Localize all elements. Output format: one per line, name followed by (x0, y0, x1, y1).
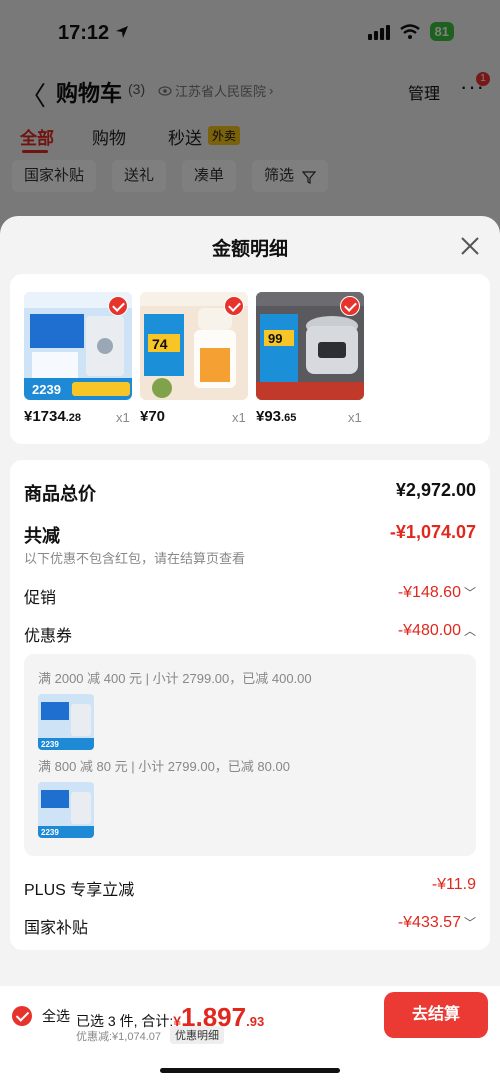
product-price: ¥70 (140, 408, 166, 425)
discount-summary: 优惠减:¥1,074.07 (76, 1031, 161, 1043)
product-image: 99 (256, 292, 364, 400)
product-item[interactable]: 2239 ¥1734.28 x1 (24, 292, 132, 425)
subsidy-label: 国家补贴 (24, 920, 89, 937)
product-price: ¥93.65 (256, 408, 297, 425)
subsidy-row-toggle[interactable]: -¥433.57 ﹀ (398, 914, 476, 932)
coupon-value: -¥480.00 (397, 622, 461, 639)
coupon-row-toggle[interactable]: -¥480.00 ︿ (398, 622, 476, 640)
checked-icon (340, 296, 360, 316)
plus-discount-label: PLUS 专享立减 (24, 882, 135, 899)
selected-count: 已选 3 件, 合计: (76, 1013, 174, 1029)
product-item[interactable]: 74 ¥70 x1 (140, 292, 248, 425)
product-image-price: 2239 (32, 382, 61, 397)
select-all-label[interactable]: 全选 (42, 1006, 70, 1026)
selected-products-card: 2239 ¥1734.28 x1 74 ¥70 x1 99 ¥93.65 x1 (10, 274, 490, 444)
coupon-product-thumbnail: 2239 (38, 694, 94, 750)
coupon-product-thumbnail: 2239 (38, 782, 94, 838)
amount-detail-sheet: 金额明细 2239 ¥1734.28 x1 74 ¥70 x1 99 ¥93.6… (0, 216, 500, 1083)
select-all-checkbox[interactable] (12, 1006, 32, 1026)
discount-note: 以下优惠不包含红包，请在结算页查看 (24, 551, 246, 566)
product-image-price: 74 (152, 336, 168, 352)
price-breakdown-card: 商品总价 ¥2,972.00 共减 -¥1,074.07 以下优惠不包含红包，请… (10, 460, 490, 950)
checkout-button[interactable]: 去结算 (384, 992, 488, 1038)
product-image: 2239 (24, 292, 132, 400)
subtotal-label: 商品总价 (24, 484, 96, 504)
product-quantity: x1 (116, 410, 130, 425)
total-discount-label: 共减 (24, 526, 60, 546)
coupon-line: 满 800 减 80 元 | 小计 2799.00，已减 80.00 (38, 759, 290, 774)
product-quantity: x1 (232, 410, 246, 425)
chevron-down-icon: ﹀ (463, 586, 476, 600)
coupon-line: 满 2000 减 400 元 | 小计 2799.00，已减 400.00 (38, 671, 312, 686)
chevron-down-icon: ﹀ (463, 916, 476, 930)
coupon-details: 满 2000 减 400 元 | 小计 2799.00，已减 400.00 22… (24, 654, 476, 856)
total-amount-decimal: .93 (246, 1014, 265, 1029)
close-icon[interactable] (458, 234, 482, 258)
home-indicator (160, 1068, 340, 1073)
product-quantity: x1 (348, 410, 362, 425)
total-discount-value: -¥1,074.07 (389, 522, 476, 542)
product-image-price: 99 (268, 331, 282, 346)
subsidy-value: -¥433.57 (397, 914, 461, 931)
coupon-label: 优惠券 (24, 628, 73, 645)
sheet-title: 金额明细 (211, 239, 288, 260)
checked-icon (224, 296, 244, 316)
thumbnail-price: 2239 (41, 828, 59, 837)
checkout-bar: 全选 已选 3 件, 合计:¥1,897.93 优惠减:¥1,074.07 优惠… (0, 986, 500, 1083)
promo-label: 促销 (24, 590, 57, 607)
checked-icon (108, 296, 128, 316)
promo-row-toggle[interactable]: -¥148.60 ﹀ (398, 584, 476, 602)
plus-discount-value: -¥11.9 (431, 876, 476, 893)
product-price: ¥1734.28 (24, 408, 82, 425)
thumbnail-price: 2239 (41, 740, 59, 749)
promo-value: -¥148.60 (397, 584, 461, 601)
discount-detail-button[interactable]: 优惠明细 (170, 1026, 224, 1044)
subtotal-value: ¥2,972.00 (395, 480, 476, 500)
chevron-up-icon: ︿ (463, 624, 476, 638)
product-image: 74 (140, 292, 248, 400)
product-item[interactable]: 99 ¥93.65 x1 (256, 292, 364, 425)
